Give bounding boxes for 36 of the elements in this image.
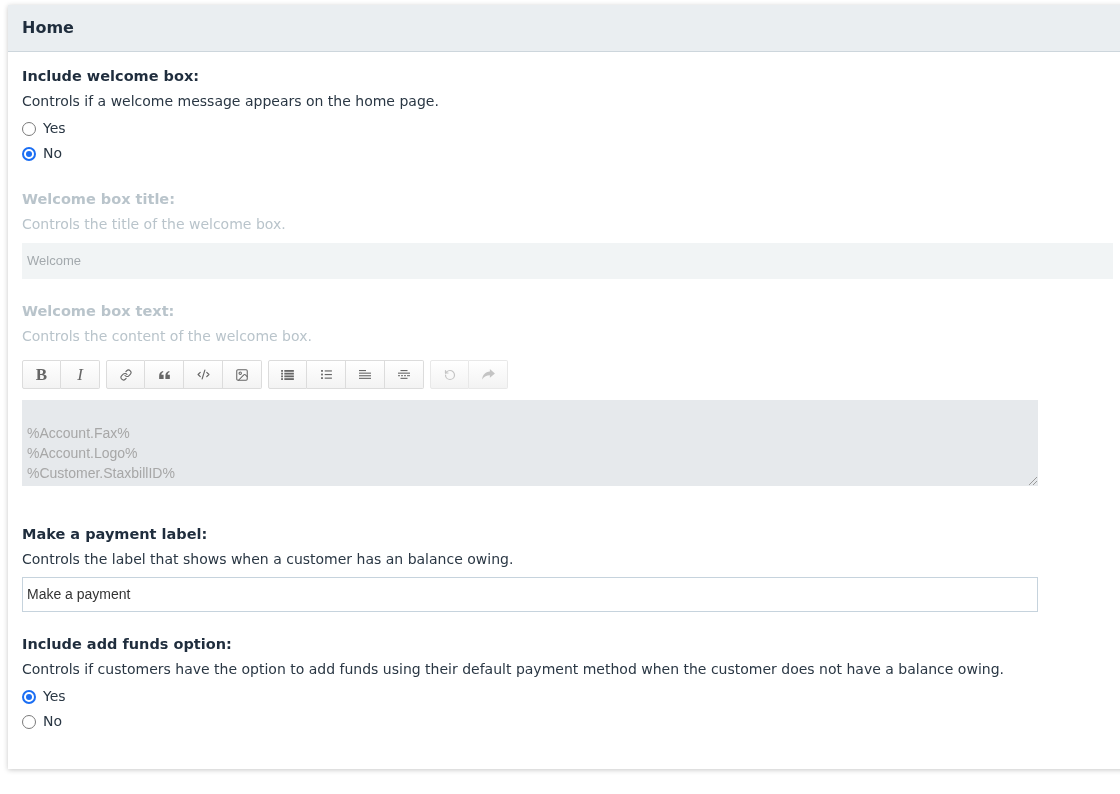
setting-description: Controls if customers have the option to add funds using their default payment method when the customer does not have a balance owing. [22,661,1004,678]
setting-label: Make a payment label: [22,526,208,543]
radio-label: No [43,145,63,162]
setting-label: Welcome box text: [22,303,175,320]
setting-description: Controls if a welcome message appears on the home page. [22,93,439,110]
setting-description: Controls the content of the welcome box. [22,328,312,345]
text-input[interactable]: Make a payment [22,577,1038,612]
align-center-icon [398,370,410,379]
radio-button[interactable] [22,146,36,161]
radio-label: No [43,713,63,730]
input-value: Welcome [27,252,81,271]
setting-label: Welcome box title: [22,191,175,208]
text-line: %Customer.StaxbillID% [27,464,175,483]
radio-label: Yes [43,688,66,705]
image-icon [235,367,249,382]
text-line: %Account.Fax% [27,424,130,443]
radio-button[interactable] [22,689,36,704]
align-left-icon [359,370,371,379]
quote-icon [158,370,170,379]
setting-label: Include welcome box: [22,68,200,85]
redo-icon [481,369,495,380]
list-icon [281,369,294,380]
input-value: Make a payment [27,585,131,604]
panel-title: Home [22,17,74,39]
setting-description: Controls the title of the welcome box. [22,216,286,233]
bullet-list-icon [320,370,332,379]
setting-description: Controls the label that shows when a customer has an balance owing. [22,551,514,568]
setting-label: Include add funds option: [22,636,232,653]
undo-icon [443,368,456,381]
radio-button[interactable] [22,714,36,729]
code-icon [196,368,210,381]
link-icon [119,368,132,381]
text-line: %Account.Logo% [27,444,138,463]
radio-label: Yes [43,120,66,137]
radio-button[interactable] [22,121,36,136]
resize-grip-icon [1029,477,1037,485]
